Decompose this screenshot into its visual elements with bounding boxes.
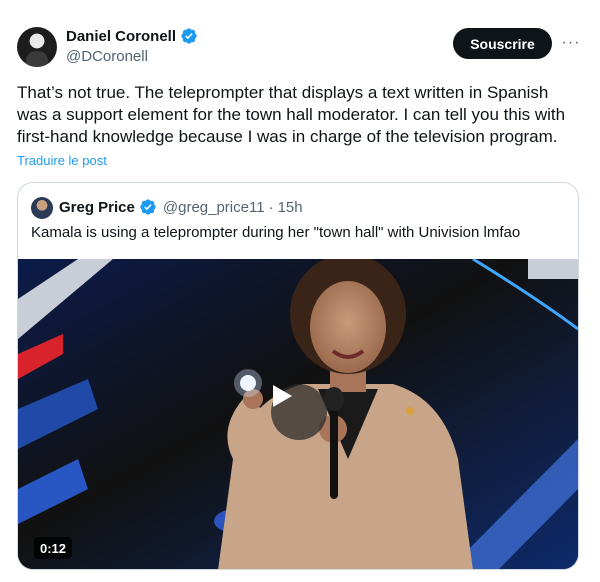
quoted-tweet-card[interactable]: Greg Price @greg_price11 · 15h Kamala is… [17, 182, 579, 570]
play-button[interactable] [271, 384, 327, 440]
verified-badge-icon [181, 28, 197, 44]
author-avatar[interactable] [17, 27, 57, 67]
play-icon [273, 385, 292, 407]
video-player[interactable]: 0:12 [18, 259, 578, 569]
author-name-row: Daniel Coronell [66, 27, 198, 45]
quoted-author-handle[interactable]: @greg_price11 [163, 199, 265, 216]
quoted-author-avatar[interactable] [31, 197, 53, 219]
author-display-name[interactable]: Daniel Coronell [66, 28, 176, 45]
quoted-author-display-name[interactable]: Greg Price [59, 199, 135, 216]
quoted-timestamp[interactable]: 15h [278, 199, 303, 216]
quoted-tweet-header: Greg Price @greg_price11 · 15h [59, 198, 303, 216]
video-duration-badge: 0:12 [34, 537, 73, 559]
quoted-tweet-text: Kamala is using a teleprompter during he… [31, 224, 521, 241]
quoted-separator: · [268, 198, 274, 216]
quoted-verified-badge-icon [140, 199, 156, 215]
translate-post-link[interactable]: Traduire le post [17, 153, 107, 168]
author-handle[interactable]: @DCoronell [66, 48, 148, 65]
more-options-icon[interactable]: ··· [560, 33, 582, 53]
tweet-text: That’s not true. The teleprompter that d… [17, 83, 566, 146]
subscribe-button[interactable]: Souscrire [453, 28, 552, 59]
